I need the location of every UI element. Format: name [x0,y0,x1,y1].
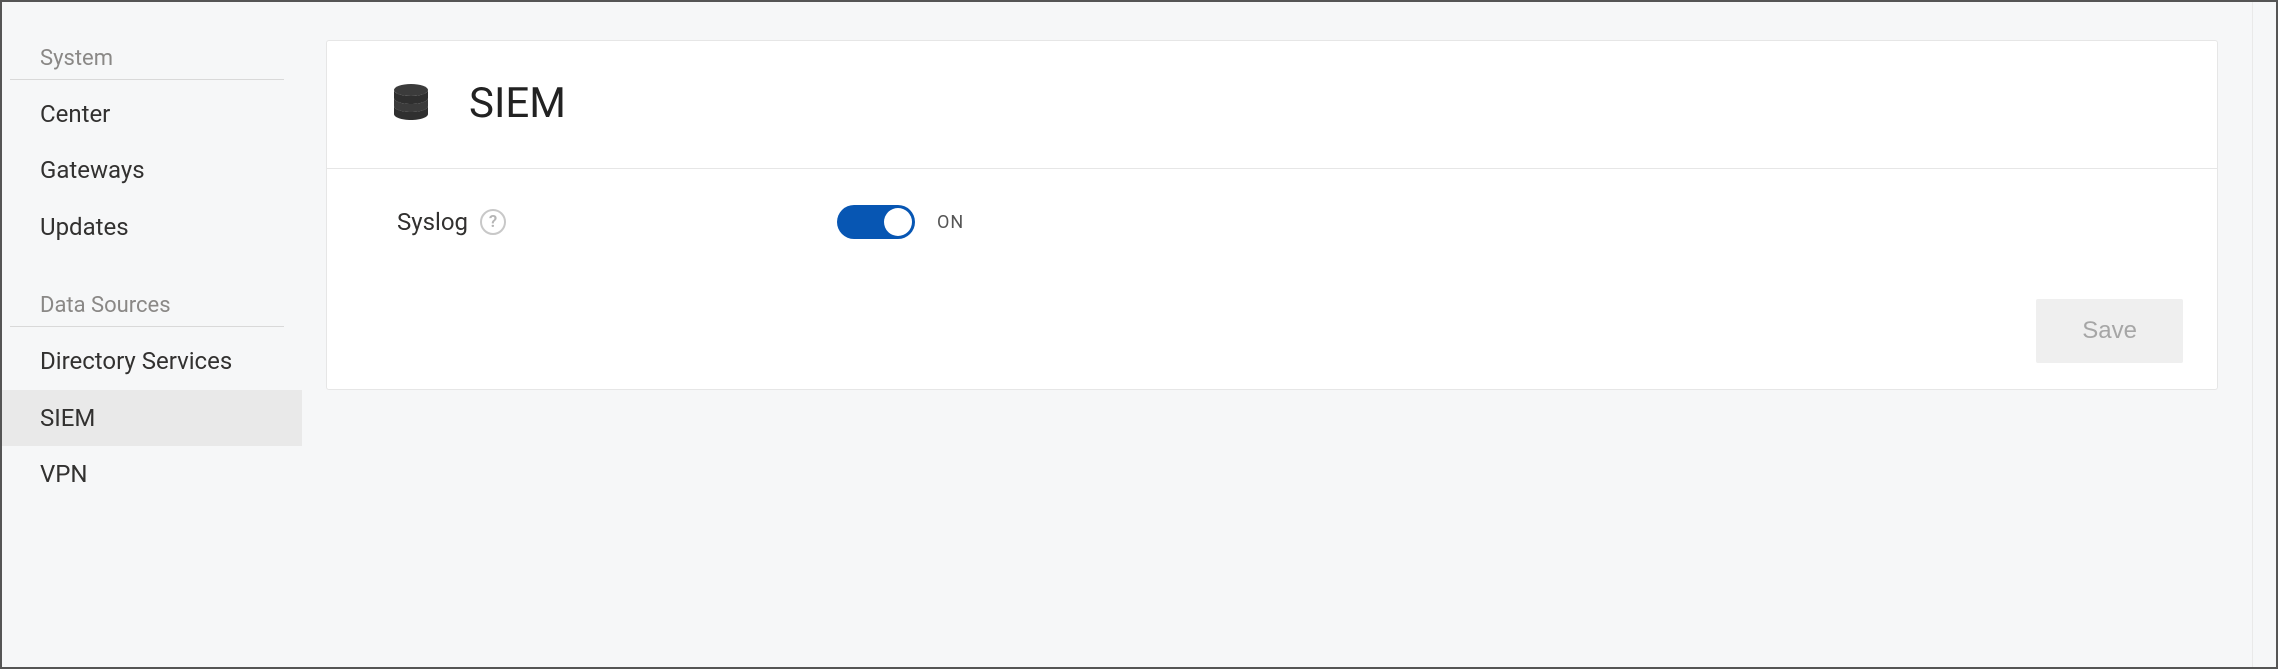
setting-label-wrap: Syslog ? [397,208,837,236]
sidebar-item-siem[interactable]: SIEM [2,390,302,446]
syslog-toggle-state: ON [937,212,964,233]
syslog-label: Syslog [397,208,468,236]
sidebar-item-vpn[interactable]: VPN [2,446,302,502]
sidebar-section-data-sources: Data Sources [10,287,284,327]
settings-panel: SIEM Syslog ? ON Save [326,40,2218,390]
scrollbar-gutter[interactable] [2252,2,2276,667]
save-button[interactable]: Save [2036,299,2183,363]
syslog-toggle[interactable] [837,205,915,239]
panel-header: SIEM [327,41,2217,169]
syslog-toggle-wrap: ON [837,205,964,239]
panel-body: Syslog ? ON Save [327,169,2217,389]
help-icon[interactable]: ? [480,209,506,235]
page-title: SIEM [469,79,566,128]
sidebar-item-updates[interactable]: Updates [2,199,302,255]
main-content: SIEM Syslog ? ON Save [302,2,2252,667]
sidebar: System Center Gateways Updates Data Sour… [2,2,302,667]
sidebar-section-system: System [10,40,284,80]
toggle-knob [884,208,912,236]
database-icon [387,80,435,128]
sidebar-item-center[interactable]: Center [2,86,302,142]
sidebar-item-directory-services[interactable]: Directory Services [2,333,302,389]
setting-row-syslog: Syslog ? ON [397,205,2157,239]
sidebar-item-gateways[interactable]: Gateways [2,142,302,198]
app-frame: System Center Gateways Updates Data Sour… [0,0,2278,669]
